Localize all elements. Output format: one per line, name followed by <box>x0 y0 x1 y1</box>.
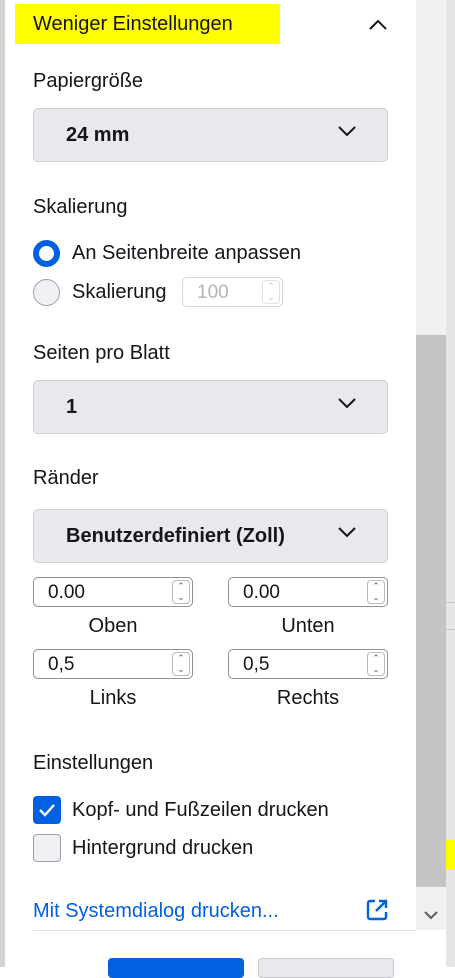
margins-label: Ränder <box>33 467 99 489</box>
background-highlight <box>446 840 455 870</box>
custom-scale-label[interactable]: Skalierung <box>72 281 167 304</box>
margin-right-value: 0,5 <box>243 654 270 675</box>
print-background-checkbox[interactable] <box>33 834 61 862</box>
chevron-down-icon <box>338 398 356 409</box>
options-label: Einstellungen <box>33 752 154 774</box>
paper-size-value: 24 mm <box>66 123 130 146</box>
more-settings-header[interactable]: Weniger Einstellungen <box>5 0 416 52</box>
margin-left-spin-buttons[interactable]: ⌃ ⌄ <box>172 652 190 676</box>
margins-select[interactable]: Benutzerdefiniert (Zoll) <box>33 509 388 563</box>
print-background-label[interactable]: Hintergrund drucken <box>72 837 253 860</box>
scale-percent-value: 100 <box>197 282 229 303</box>
print-button[interactable] <box>108 958 244 978</box>
margin-top-input[interactable]: 0.00 ⌃ ⌄ <box>33 577 193 607</box>
scale-spin-buttons[interactable]: ⌃ ⌄ <box>262 280 280 304</box>
margin-right-label: Rechts <box>276 687 340 709</box>
margin-top-label: Oben <box>88 615 138 637</box>
checkmark-icon <box>39 804 55 817</box>
margin-bottom-label: Unten <box>281 615 335 637</box>
system-dialog-link[interactable]: Mit Systemdialog drucken... <box>33 900 279 923</box>
chevron-down-icon <box>424 910 438 919</box>
margin-left-value: 0,5 <box>48 654 75 675</box>
fit-to-width-label[interactable]: An Seitenbreite anpassen <box>72 242 301 265</box>
spin-up-icon[interactable]: ⌃ <box>267 281 275 292</box>
custom-scale-radio[interactable] <box>33 279 60 306</box>
spin-down-icon[interactable]: ⌄ <box>177 664 185 675</box>
footer-divider <box>33 930 416 931</box>
margin-left-input[interactable]: 0,5 ⌃ ⌄ <box>33 649 193 679</box>
margin-top-spin-buttons[interactable]: ⌃ ⌄ <box>172 580 190 604</box>
spin-up-icon[interactable]: ⌃ <box>177 581 185 592</box>
margin-right-input[interactable]: 0,5 ⌃ ⌄ <box>228 649 388 679</box>
cancel-button[interactable] <box>258 958 394 978</box>
spin-down-icon[interactable]: ⌄ <box>372 664 380 675</box>
margin-bottom-input[interactable]: 0.00 ⌃ ⌄ <box>228 577 388 607</box>
chevron-down-icon <box>338 527 356 538</box>
headers-footers-checkbox[interactable] <box>33 796 61 824</box>
spin-down-icon[interactable]: ⌄ <box>177 592 185 603</box>
pages-per-sheet-value: 1 <box>66 395 78 418</box>
external-link-icon[interactable] <box>364 897 390 923</box>
spin-up-icon[interactable]: ⌃ <box>372 581 380 592</box>
pages-per-sheet-select[interactable]: 1 <box>33 380 388 434</box>
scaling-label: Skalierung <box>33 196 128 218</box>
margin-bottom-value: 0.00 <box>243 582 280 603</box>
spin-down-icon[interactable]: ⌄ <box>267 292 275 303</box>
more-settings-toggle-label[interactable]: Weniger Einstellungen <box>33 13 233 36</box>
spin-up-icon[interactable]: ⌃ <box>177 653 185 664</box>
margin-right-spin-buttons[interactable]: ⌃ ⌄ <box>367 652 385 676</box>
spin-down-icon[interactable]: ⌄ <box>372 592 380 603</box>
fit-to-width-radio[interactable] <box>33 240 60 267</box>
margin-bottom-spin-buttons[interactable]: ⌃ ⌄ <box>367 580 385 604</box>
margins-value: Benutzerdefiniert (Zoll) <box>66 524 285 547</box>
chevron-down-icon <box>338 126 356 137</box>
chevron-up-icon <box>369 19 387 30</box>
collapse-button[interactable] <box>363 10 393 40</box>
pages-per-sheet-label: Seiten pro Blatt <box>33 342 170 364</box>
background-divider <box>446 602 455 630</box>
scroll-down-button[interactable] <box>416 900 446 930</box>
paper-size-label: Papiergröße <box>33 70 144 92</box>
scrollbar-thumb[interactable] <box>416 335 446 887</box>
margin-left-label: Links <box>89 687 137 709</box>
headers-footers-label[interactable]: Kopf- und Fußzeilen drucken <box>72 799 329 822</box>
margin-top-value: 0.00 <box>48 582 85 603</box>
scale-percent-input[interactable]: 100 ⌃ ⌄ <box>182 277 283 307</box>
paper-size-select[interactable]: 24 mm <box>33 108 388 162</box>
spin-up-icon[interactable]: ⌃ <box>372 653 380 664</box>
background-window-strip <box>446 0 455 967</box>
